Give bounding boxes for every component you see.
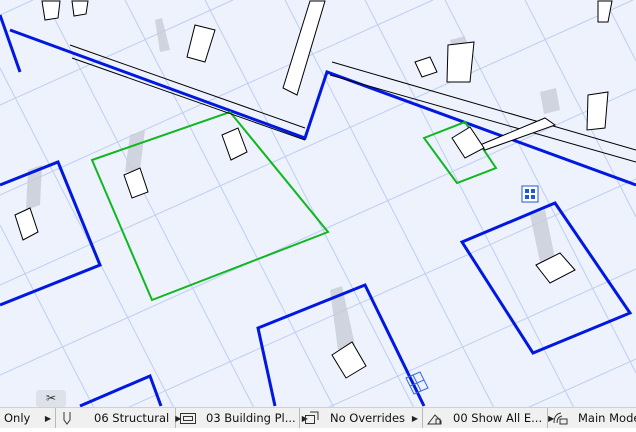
status-bar: Only ▶ 06 Structural ▶ 03 Building Pl... ▶ …: [0, 407, 636, 428]
graphic-override-icon: [304, 411, 320, 425]
status-item-renovation-filter[interactable]: 00 Show All E... ▶: [423, 408, 554, 428]
3d-viewport[interactable]: ✂: [0, 0, 636, 408]
selection-hotspot-icon[interactable]: [521, 185, 539, 203]
status-item-model-view[interactable]: 03 Building Pl... ▶: [176, 408, 308, 428]
status-item-label: 06 Structural: [94, 411, 170, 425]
status-item-label: Only: [4, 411, 31, 425]
objects: [14, 0, 636, 379]
structural-function-icon: [552, 411, 568, 425]
status-item-label: No Overrides: [330, 411, 406, 425]
renovation-filter-icon: [426, 411, 443, 425]
model-view-icon: [180, 411, 196, 425]
status-item-pen-set[interactable]: 06 Structural ▶: [56, 408, 181, 428]
pen-set-icon: [60, 411, 76, 425]
status-item-graphic-override[interactable]: No Overrides ▶: [300, 408, 423, 428]
chevron-right-icon: ▶: [411, 413, 418, 423]
status-item-label: 03 Building Pl...: [206, 411, 296, 425]
status-item-layer-combination[interactable]: Only ▶: [0, 408, 56, 428]
bottom-strip: [0, 428, 636, 432]
status-item-structural-function[interactable]: Main Mode: [548, 408, 636, 428]
scissors-icon[interactable]: ✂: [36, 390, 66, 407]
chevron-right-icon: ▶: [44, 413, 51, 423]
status-item-label: 00 Show All E...: [453, 411, 543, 425]
walls: [0, 14, 636, 408]
status-item-label: Main Mode: [578, 411, 636, 425]
3d-model-canvas[interactable]: [0, 0, 636, 408]
page: ✂ Only ▶ 06 Structural ▶ 03 Building Pl...…: [0, 0, 636, 432]
selected-slabs[interactable]: [90, 110, 498, 302]
